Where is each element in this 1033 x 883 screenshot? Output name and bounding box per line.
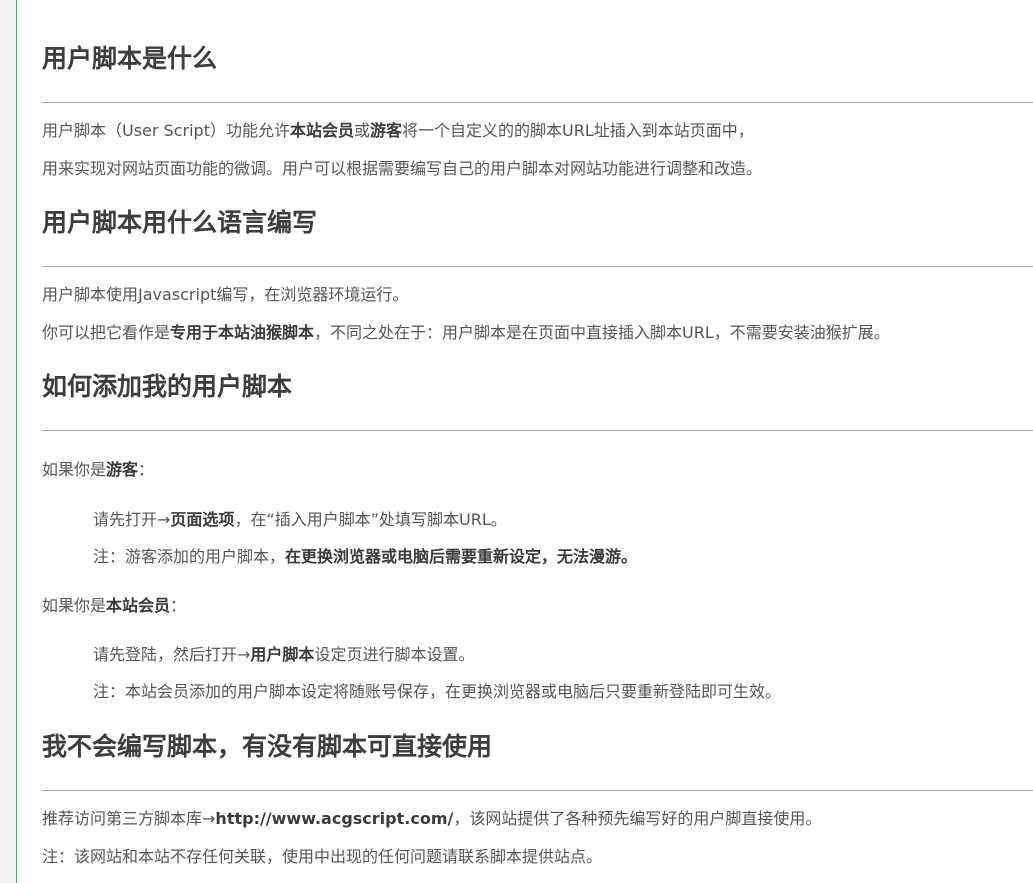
- divider: [42, 790, 1033, 791]
- user-script-link[interactable]: 用户脚本: [250, 645, 314, 664]
- emphasis-member: 本站会员: [289, 121, 354, 140]
- paragraph: 注：该网站和本站不存任何关联，使用中出现的任何问题请联系脚本提供站点。: [42, 847, 603, 866]
- member-step: 请先登陆，然后打开→用户脚本设定页进行脚本设置。: [93, 645, 475, 664]
- paragraph-member: 如果你是本站会员：: [42, 596, 187, 615]
- paragraph: 推荐访问第三方脚本库→http://www.acgscript.com/，该网站…: [42, 809, 822, 828]
- section-heading-no-coding: 我不会编写脚本，有没有脚本可直接使用: [42, 732, 493, 761]
- acgscript-link[interactable]: http://www.acgscript.com/: [215, 809, 453, 828]
- member-note: 注：本站会员添加的用户脚本设定将随账号保存，在更换浏览器或电脑后只要重新登陆即可…: [93, 682, 782, 701]
- left-sidebar-strip: [0, 0, 17, 883]
- paragraph: 用户脚本使用Javascript编写，在浏览器环境运行。: [42, 285, 409, 304]
- divider: [42, 266, 1033, 267]
- emphasis-guest: 游客: [370, 121, 403, 140]
- guest-note: 注：游客添加的用户脚本，在更换浏览器或电脑后需要重新设定，无法漫游。: [93, 547, 638, 566]
- guest-step: 请先打开→页面选项，在“插入用户脚本”处填写脚本URL。: [93, 510, 507, 529]
- divider: [42, 102, 1033, 103]
- emphasis-userscript: 专用于本站油猴脚本: [170, 323, 315, 342]
- divider: [42, 430, 1033, 431]
- section-heading-what: 用户脚本是什么: [42, 44, 218, 73]
- paragraph-guest: 如果你是游客：: [42, 460, 155, 479]
- paragraph: 用户脚本（User Script）功能允许本站会员或游客将一个自定义的的脚本UR…: [42, 121, 754, 140]
- page-options-link[interactable]: 页面选项: [170, 510, 234, 529]
- paragraph: 你可以把它看作是专用于本站油猴脚本，不同之处在于：用户脚本是在页面中直接插入脚本…: [42, 323, 890, 342]
- sidebar-border: [16, 0, 17, 883]
- section-heading-language: 用户脚本用什么语言编写: [42, 208, 318, 237]
- paragraph: 用来实现对网站页面功能的微调。用户可以根据需要编写自己的用户脚本对网站功能进行调…: [42, 159, 763, 178]
- section-heading-how-to-add: 如何添加我的用户脚本: [42, 372, 293, 401]
